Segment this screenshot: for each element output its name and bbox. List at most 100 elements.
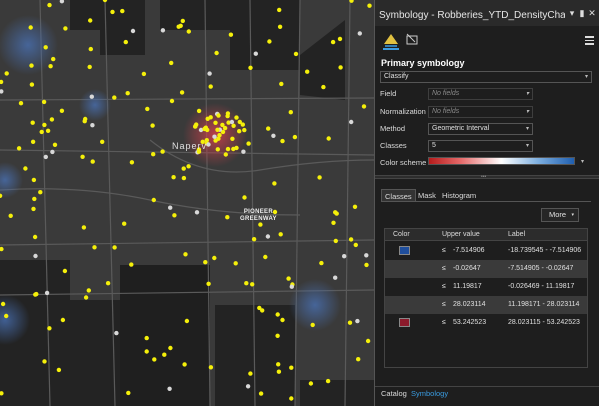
incident-point: [260, 308, 265, 313]
incident-point: [289, 284, 294, 289]
incident-point: [231, 146, 236, 152]
incident-point: [100, 139, 105, 144]
incident-point: [181, 166, 186, 171]
tab-histogram[interactable]: Histogram: [439, 189, 479, 201]
tab-mask[interactable]: Mask: [415, 189, 439, 201]
color-scheme-ramp[interactable]: [428, 157, 575, 165]
incident-point: [47, 326, 52, 331]
incident-point: [347, 320, 353, 325]
incident-point: [203, 125, 208, 130]
class-color-swatch[interactable]: [399, 282, 410, 291]
upper-value[interactable]: 53.242523: [453, 319, 486, 326]
class-label[interactable]: 11.198171 - 28.023114: [508, 301, 579, 308]
tab-classes[interactable]: Classes: [381, 189, 416, 201]
incident-point: [271, 133, 276, 138]
class-color-swatch[interactable]: [399, 318, 410, 327]
app-root: Naperv PIONEER GREENWAY Symbology - Robb…: [0, 0, 599, 406]
color-scheme-dropdown[interactable]: ▾: [575, 157, 587, 169]
pin-icon[interactable]: ▮: [577, 8, 587, 18]
chevron-down-icon: ▾: [525, 143, 529, 149]
incident-point: [278, 232, 283, 237]
bottom-tab-strip: Catalog Symbology: [375, 386, 599, 406]
incident-point: [193, 124, 198, 129]
le-symbol: ≤: [442, 319, 446, 326]
classes-label: Classes: [380, 141, 407, 150]
upper-value[interactable]: 11.19817: [453, 283, 482, 290]
incident-point: [80, 154, 85, 159]
incident-point: [56, 367, 62, 373]
more-button[interactable]: More ▾: [541, 208, 579, 222]
incident-point: [88, 46, 94, 52]
table-header: Color Upper value Label: [385, 229, 587, 241]
normalization-label: Normalization: [380, 107, 426, 116]
incident-point: [212, 255, 217, 261]
tab-symbology[interactable]: Symbology: [411, 389, 448, 398]
incident-point: [234, 115, 239, 120]
incident-point: [186, 29, 191, 34]
incident-point: [186, 164, 191, 169]
map-canvas[interactable]: [0, 0, 374, 406]
incident-point: [216, 136, 221, 141]
map-view[interactable]: Naperv PIONEER GREENWAY: [0, 0, 374, 406]
le-symbol: ≤: [442, 247, 446, 254]
class-label[interactable]: -7.514905 - -0.02647: [508, 265, 573, 272]
incident-point: [52, 142, 58, 147]
field-dropdown[interactable]: No fields ▾: [428, 88, 533, 100]
upper-value[interactable]: 28.023114: [453, 301, 486, 308]
incident-point: [41, 99, 47, 105]
pane-title-bar[interactable]: Symbology - Robberies_YTD_DensityCha... …: [375, 0, 599, 26]
incident-point: [130, 28, 136, 34]
vary-symbology-icon[interactable]: [403, 30, 421, 48]
table-row[interactable]: ≤ 28.023114 11.198171 - 28.023114: [385, 296, 587, 314]
primary-symbology-icon[interactable]: [382, 30, 400, 48]
incident-point: [180, 18, 185, 24]
incident-point: [286, 276, 291, 281]
method-label: Method: [380, 124, 406, 133]
incident-point: [34, 291, 39, 297]
incident-point: [244, 281, 249, 286]
map-city-label: Naperv: [172, 141, 208, 151]
chevron-down-icon: ▾: [525, 109, 529, 115]
table-row[interactable]: ≤ 11.19817 -0.026469 - 11.19817: [385, 278, 587, 296]
incident-point: [208, 365, 214, 370]
incident-point: [45, 128, 51, 133]
normalization-dropdown[interactable]: No fields ▾: [428, 106, 533, 118]
tab-catalog[interactable]: Catalog: [381, 389, 407, 398]
method-dropdown[interactable]: Geometric Interval ▾: [428, 123, 533, 135]
incident-point: [349, 119, 354, 125]
class-color-swatch[interactable]: [399, 246, 410, 255]
incident-point: [168, 345, 173, 351]
incident-point: [338, 65, 343, 70]
class-label[interactable]: -0.026469 - 11.19817: [508, 283, 574, 290]
incident-point: [3, 313, 9, 319]
classes-dropdown[interactable]: 5 ▾: [428, 140, 533, 152]
incident-point: [325, 378, 331, 384]
pane-splitter[interactable]: •••: [375, 175, 599, 180]
incident-point: [123, 39, 128, 45]
header-upper-value: Upper value: [442, 231, 480, 238]
incident-point: [258, 222, 263, 227]
le-symbol: ≤: [442, 301, 446, 308]
incident-point: [169, 98, 175, 104]
close-icon[interactable]: ✕: [587, 8, 597, 18]
chevron-down-icon[interactable]: ▾: [567, 8, 577, 18]
class-color-swatch[interactable]: [399, 264, 410, 273]
incident-point: [31, 206, 36, 212]
pane-title: Symbology - Robberies_YTD_DensityCha...: [379, 10, 565, 21]
class-label[interactable]: 28.023115 - 53.242523: [508, 319, 580, 326]
color-scheme-label: Color scheme: [380, 158, 427, 167]
table-row[interactable]: ≤ -0.02647 -7.514905 - -0.02647: [385, 260, 587, 278]
menu-icon[interactable]: [585, 36, 594, 47]
class-label[interactable]: -18.739545 - -7.514906: [508, 247, 581, 254]
table-row[interactable]: ≤ -7.514906 -18.739545 - -7.514906: [385, 242, 587, 260]
incident-point: [151, 152, 156, 157]
class-color-swatch[interactable]: [399, 300, 410, 309]
incident-point: [276, 369, 282, 374]
header-color: Color: [393, 231, 410, 238]
upper-value[interactable]: -0.02647: [453, 265, 481, 272]
upper-value[interactable]: -7.514906: [453, 247, 485, 254]
incident-point: [265, 234, 271, 239]
table-row[interactable]: ≤ 53.242523 28.023115 - 53.242523: [385, 314, 587, 332]
renderer-dropdown[interactable]: Classify ▾: [380, 71, 592, 83]
incident-point: [49, 117, 55, 122]
